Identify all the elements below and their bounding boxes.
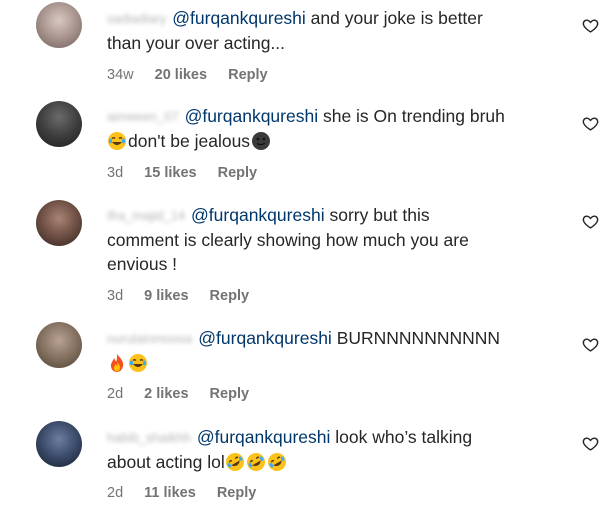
username[interactable]: habib_shaikhh — [107, 426, 191, 450]
username[interactable]: aimeeen_07 — [107, 105, 179, 129]
comment-meta: 3d 15 likes Reply — [107, 165, 257, 181]
comment-text: sadiadiary @furqankqureshi and your joke … — [107, 6, 552, 55]
comment-meta: 3d 9 likes Reply — [107, 288, 249, 304]
mention-link[interactable]: @furqankqureshi — [185, 106, 319, 126]
username[interactable]: ifra_majid_14 — [107, 204, 185, 228]
username[interactable]: nurulainmoosa — [107, 327, 192, 351]
comment-text: nurulainmoosa @furqankqureshi BURNNNNNNNN… — [107, 326, 552, 375]
comment-text-line: look who’s talking — [330, 427, 473, 447]
likes-count[interactable]: 20 likes — [155, 67, 207, 83]
mention-link[interactable]: @furqankqureshi — [191, 205, 325, 225]
comment-text-line: sorry but this — [324, 205, 430, 225]
likes-count[interactable]: 11 likes — [144, 485, 196, 501]
comment-text-line: comment is clearly showing how much you … — [107, 230, 469, 250]
laughing-tears-emoji — [128, 353, 148, 373]
comment-text: aimeeen_07 @furqankqureshi she is On tren… — [107, 104, 552, 153]
timestamp[interactable]: 3d — [107, 288, 123, 304]
timestamp[interactable]: 34w — [107, 67, 134, 83]
username[interactable]: sadiadiary — [107, 7, 166, 31]
comment-text: ifra_majid_14 @furqankqureshi sorry but t… — [107, 203, 552, 276]
avatar[interactable] — [36, 200, 82, 246]
likes-count[interactable]: 2 likes — [144, 386, 188, 402]
rofl-emoji — [246, 452, 266, 472]
laughing-tears-emoji — [107, 131, 127, 151]
mention-link[interactable]: @furqankqureshi — [197, 427, 331, 447]
comment-text-line: about acting lol — [107, 452, 225, 472]
reply-button[interactable]: Reply — [218, 165, 258, 181]
mention-link[interactable]: @furqankqureshi — [198, 328, 332, 348]
rofl-emoji — [267, 452, 287, 472]
comment-text-line: and your joke is better — [305, 8, 483, 28]
timestamp[interactable]: 2d — [107, 485, 123, 501]
timestamp[interactable]: 2d — [107, 386, 123, 402]
rofl-emoji — [225, 452, 245, 472]
comment-text-line: BURNNNNNNNNNN — [331, 328, 501, 348]
reply-button[interactable]: Reply — [217, 485, 257, 501]
reply-button[interactable]: Reply — [210, 288, 250, 304]
comment-text-line: envious ! — [107, 254, 178, 274]
mention-link[interactable]: @furqankqureshi — [172, 8, 306, 28]
timestamp[interactable]: 3d — [107, 165, 123, 181]
avatar[interactable] — [36, 322, 82, 368]
heart-outline-icon[interactable] — [582, 115, 599, 132]
fire-emoji — [107, 353, 127, 373]
heart-outline-icon[interactable] — [582, 336, 599, 353]
comment-meta: 2d 2 likes Reply — [107, 386, 249, 402]
comment-meta: 34w 20 likes Reply — [107, 67, 268, 83]
reply-button[interactable]: Reply — [210, 386, 250, 402]
comment-text: habib_shaikhh @furqankqureshi look who’s … — [107, 425, 552, 474]
likes-count[interactable]: 9 likes — [144, 288, 188, 304]
comment-text-line: don't be jealous — [128, 131, 251, 151]
avatar[interactable] — [36, 101, 82, 147]
avatar[interactable] — [36, 2, 82, 48]
heart-outline-icon[interactable] — [582, 435, 599, 452]
avatar[interactable] — [36, 421, 82, 467]
reply-button[interactable]: Reply — [228, 67, 268, 83]
heart-outline-icon[interactable] — [582, 213, 599, 230]
comment-text-line: than your over acting... — [107, 33, 286, 53]
likes-count[interactable]: 15 likes — [144, 165, 196, 181]
comment-text-line: she is On trending bruh — [318, 106, 505, 126]
heart-outline-icon[interactable] — [582, 17, 599, 34]
comment-meta: 2d 11 likes Reply — [107, 485, 256, 501]
smirk-dark-emoji — [251, 131, 271, 151]
